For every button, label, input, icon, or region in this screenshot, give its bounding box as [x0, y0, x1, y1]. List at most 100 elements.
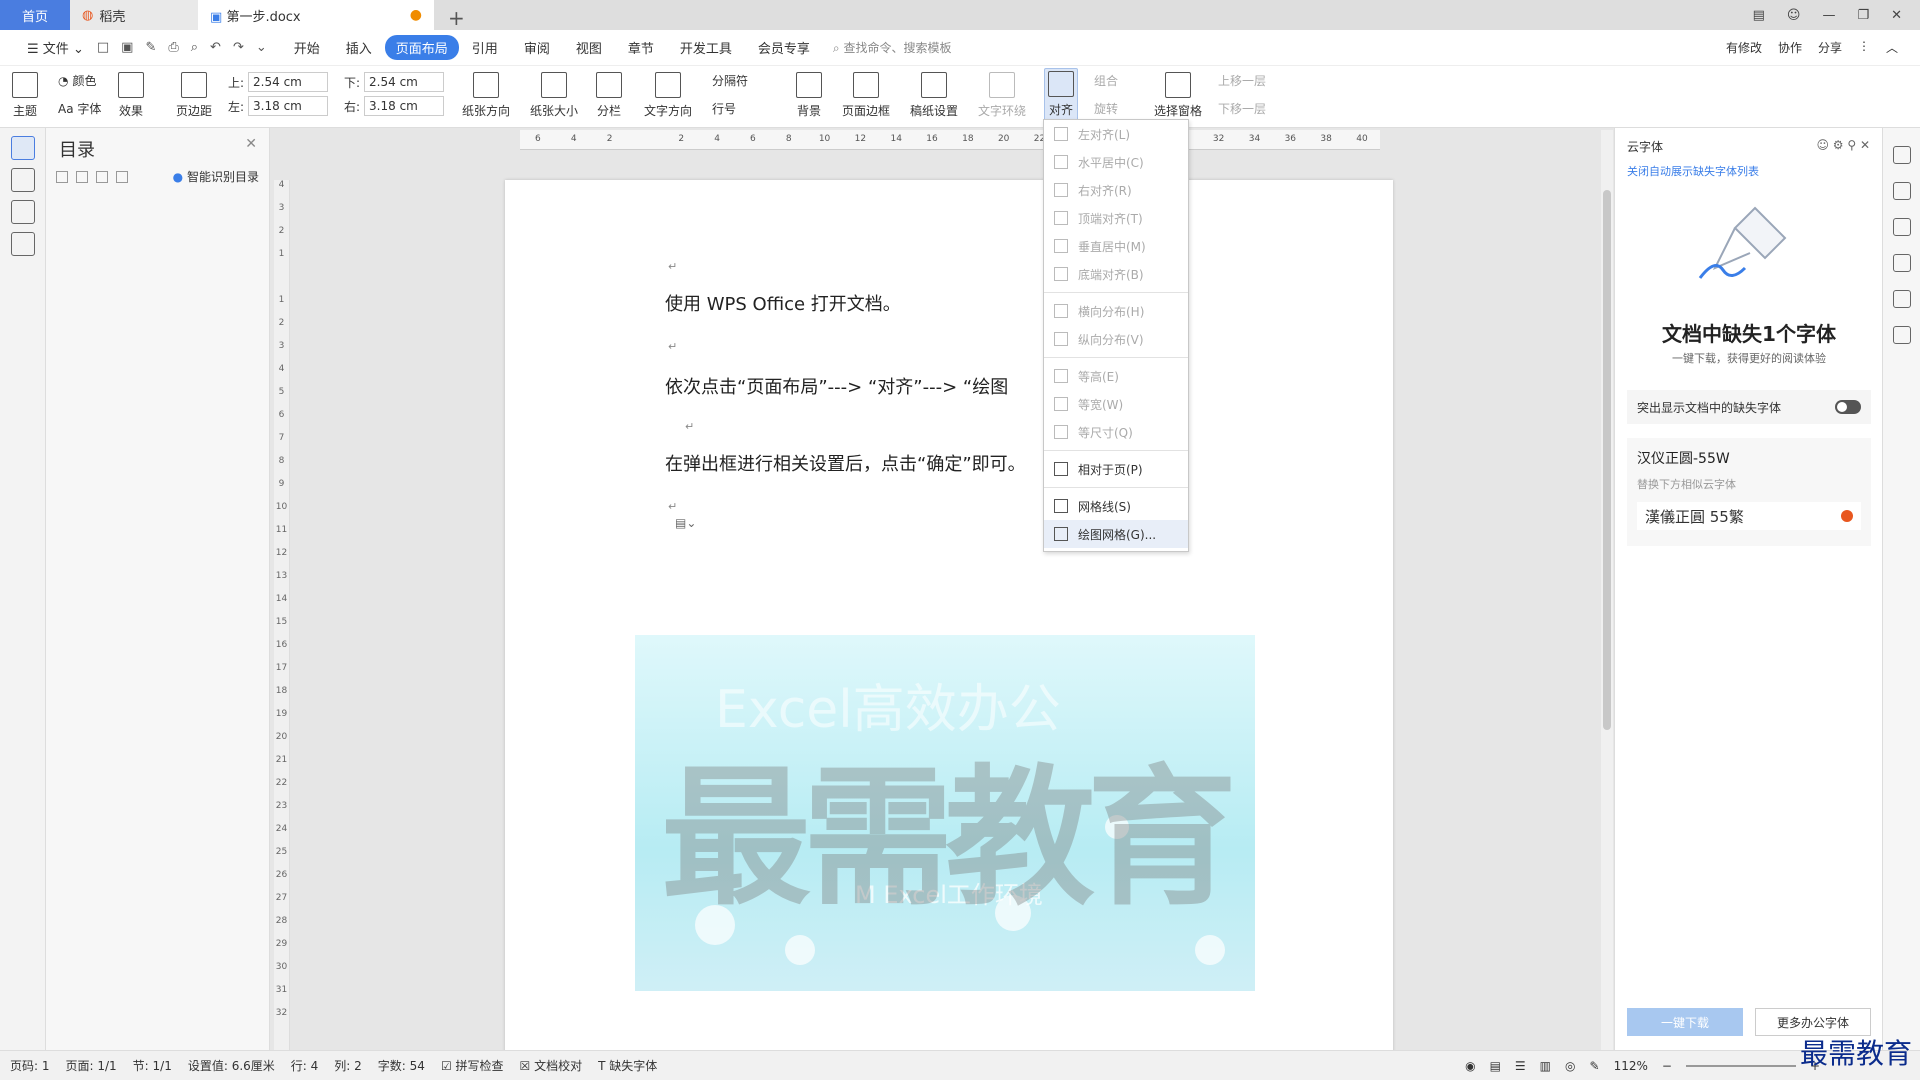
rocket-icon[interactable] [1893, 146, 1911, 164]
restore-button[interactable]: ❐ [1857, 8, 1869, 23]
paragraph-1[interactable]: 使用 WPS Office 打开文档。 [665, 290, 901, 316]
line-number-button[interactable]: 行号 [712, 100, 736, 117]
menu-view[interactable]: 视图 [563, 38, 615, 57]
page-view-icon[interactable]: ▤ [1490, 1059, 1501, 1073]
collapse-icon[interactable] [56, 170, 68, 183]
align-menu-item[interactable]: 垂直居中(M) [1044, 232, 1188, 260]
menu-reference[interactable]: 引用 [459, 38, 511, 57]
menu-page-layout[interactable]: 页面布局 [384, 35, 459, 60]
zoom-out-icon[interactable]: − [1662, 1059, 1672, 1073]
effect-button[interactable]: 效果 [118, 72, 144, 119]
paragraph-3[interactable]: 在弹出框进行相关设置后，点击“确定”即可。 [665, 450, 1026, 476]
margin-right-input[interactable]: 3.18 cm [364, 96, 445, 116]
selection-pane-button[interactable]: 选择窗格 [1154, 72, 1202, 119]
margin-bottom-input[interactable]: 2.54 cm [364, 72, 445, 92]
file-menu[interactable]: ☰ 文件 ⌄ [14, 38, 97, 57]
folder-icon[interactable] [11, 168, 35, 192]
font-theme-button[interactable]: Aa 字体 [58, 100, 101, 117]
highlight-toggle-switch[interactable] [1835, 400, 1861, 414]
theme-button[interactable]: 主题 [12, 72, 38, 119]
settings-icon[interactable] [1893, 254, 1911, 272]
minimize-button[interactable]: — [1822, 8, 1835, 23]
status-page[interactable]: 页码: 1 [10, 1057, 50, 1074]
zoom-slider[interactable] [1685, 1064, 1796, 1067]
align-menu-item[interactable]: 横向分布(H) [1044, 297, 1188, 325]
font-icon[interactable] [1893, 326, 1911, 344]
align-menu-item[interactable]: 网格线(S) [1044, 492, 1188, 520]
search-icon[interactable] [11, 232, 35, 256]
close-button[interactable]: ✕ [1891, 8, 1902, 23]
font-sample[interactable]: 漢儀正圓 55繁 [1637, 502, 1861, 530]
align-button[interactable]: 对齐 [1044, 68, 1078, 121]
read-view-icon[interactable]: ▥ [1540, 1059, 1551, 1073]
format-painter-icon[interactable]: ✎ [145, 40, 156, 55]
collab-button[interactable]: 协作 [1778, 39, 1802, 56]
bring-forward-button[interactable]: 上移一层 [1218, 72, 1266, 89]
toc-icon[interactable] [11, 136, 35, 160]
undo-icon[interactable]: ↶ [210, 40, 221, 55]
add-icon[interactable] [96, 170, 108, 183]
manuscript-button[interactable]: 稿纸设置 [910, 72, 958, 119]
align-menu-item[interactable]: 左对齐(L) [1044, 120, 1188, 148]
missing-font-button[interactable]: T 缺失字体 [598, 1057, 657, 1074]
outline-view-icon[interactable]: ☰ [1515, 1059, 1526, 1073]
remove-icon[interactable] [116, 170, 128, 183]
page-border-button[interactable]: 页面边框 [842, 72, 890, 119]
save-icon[interactable]: ▣ [121, 40, 133, 55]
vertical-scrollbar[interactable] [1601, 130, 1613, 1050]
menu-dev-tools[interactable]: 开发工具 [667, 38, 745, 57]
menu-insert[interactable]: 插入 [333, 38, 385, 57]
background-button[interactable]: 背景 [796, 72, 822, 119]
proofread-button[interactable]: ☒ 文档校对 [520, 1057, 583, 1074]
print-icon[interactable]: ⎙ [168, 40, 178, 55]
rotate-button[interactable]: 旋转 [1094, 100, 1118, 117]
status-col[interactable]: 列: 2 [334, 1057, 362, 1074]
align-menu-item[interactable]: 右对齐(R) [1044, 176, 1188, 204]
paragraph-2[interactable]: 依次点击“页面布局”---> “对齐”---> “绘图 [665, 373, 1008, 399]
download-button[interactable]: 一键下载 [1627, 1008, 1743, 1036]
columns-button[interactable]: 分栏 [596, 72, 622, 119]
text-wrap-button[interactable]: 文字环绕 [978, 72, 1026, 119]
tab-daoke[interactable]: ◍ 稻壳 [70, 0, 198, 30]
paste-options-icon[interactable]: ▤⌄ [675, 516, 696, 530]
margin-top-input[interactable]: 2.54 cm [248, 72, 329, 92]
expand-icon[interactable] [76, 170, 88, 183]
menu-review[interactable]: 审阅 [511, 38, 563, 57]
align-menu-item[interactable]: 底端对齐(B) [1044, 260, 1188, 288]
margin-button[interactable]: 页边距 [176, 72, 212, 119]
status-pages[interactable]: 页面: 1/1 [66, 1057, 117, 1074]
menu-chapter[interactable]: 章节 [615, 38, 667, 57]
collapse-ribbon-icon[interactable]: ︿ [1886, 39, 1898, 56]
color-button[interactable]: ◔ 颜色 [58, 72, 97, 89]
grid-icon[interactable]: ▤ [1753, 8, 1765, 23]
new-icon[interactable]: □ [97, 40, 109, 55]
align-menu-item[interactable]: 相对于页(P) [1044, 455, 1188, 483]
edit-icon[interactable] [1893, 182, 1911, 200]
paper-size-button[interactable]: 纸张大小 [530, 72, 578, 119]
tab-home[interactable]: 首页 [0, 0, 70, 30]
orientation-button[interactable]: 纸张方向 [462, 72, 510, 119]
status-setting[interactable]: 设置值: 6.6厘米 [188, 1057, 275, 1074]
align-menu-item[interactable]: 等高(E) [1044, 362, 1188, 390]
menu-start[interactable]: 开始 [281, 38, 333, 57]
zoom-level[interactable]: 112% [1614, 1059, 1648, 1073]
toc-close-icon[interactable]: ✕ [245, 136, 257, 162]
avatar[interactable]: ☺ [1787, 8, 1801, 23]
preview-icon[interactable]: ⌕ [191, 40, 198, 55]
more-icon[interactable]: ⌄ [256, 40, 267, 55]
align-menu-item[interactable]: 水平居中(C) [1044, 148, 1188, 176]
align-menu-item[interactable]: 等宽(W) [1044, 390, 1188, 418]
document-image[interactable]: Excel高效办公 M Excel工作环境 最需教育 [635, 635, 1255, 991]
status-words[interactable]: 字数: 54 [378, 1057, 425, 1074]
status-section[interactable]: 节: 1/1 [133, 1057, 172, 1074]
panel-header[interactable]: 云字体 [1627, 138, 1663, 155]
group-button[interactable]: 组合 [1094, 72, 1118, 89]
align-menu-item[interactable]: 绘图网格(G)... [1044, 520, 1188, 548]
redo-icon[interactable]: ↷ [233, 40, 244, 55]
pen-icon[interactable]: ✎ [1590, 1059, 1600, 1073]
text-direction-button[interactable]: 文字方向 [644, 72, 692, 119]
panel-close-icon[interactable]: ✕ [1860, 138, 1870, 152]
smart-toc-button[interactable]: ● 智能识别目录 [173, 168, 259, 185]
send-backward-button[interactable]: 下移一层 [1218, 100, 1266, 117]
menu-member[interactable]: 会员专享 [745, 38, 823, 57]
